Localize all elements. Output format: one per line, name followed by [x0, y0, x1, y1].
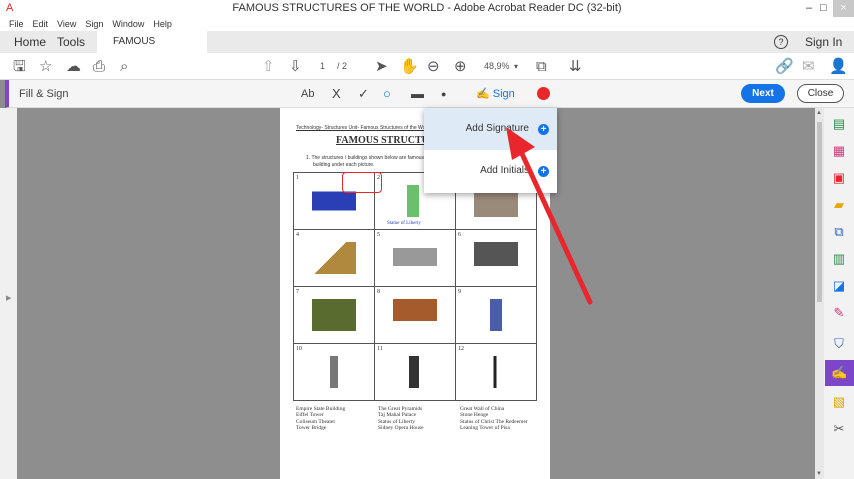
mail-icon[interactable]: ✉	[802, 53, 815, 80]
check-mark-tool[interactable]: ✓	[358, 80, 369, 108]
right-tools-pane: ▤ ▦ ▣ ▰ ⧉ ▥ ◪ ✎ ⛉ ✍ ▧ ✂	[824, 108, 854, 479]
search-icon[interactable]: ⌕	[120, 53, 128, 80]
doc-header: Technology- Structures Unit- Famous Stru…	[296, 125, 438, 131]
menu-window[interactable]: Window	[112, 19, 144, 29]
page-number-input[interactable]: 1	[320, 53, 325, 80]
great-wall-image	[312, 299, 356, 331]
fill-sign-bar: Fill & Sign Ab X ✓ ○ ▬ ● ✍ Sign	[5, 80, 854, 108]
upload-cloud-icon[interactable]: ☁	[66, 53, 81, 80]
combine-files-icon[interactable]: ⧉	[831, 224, 847, 240]
cell: 4	[293, 229, 375, 287]
help-icon[interactable]: ?	[774, 35, 788, 49]
send-for-review-icon[interactable]: ▧	[831, 394, 847, 410]
hand-tool-icon[interactable]: ✋	[400, 53, 419, 80]
answer-list-2: The Great Pyramids Taj Mahal Palace Status…	[378, 406, 424, 431]
create-pdf-icon[interactable]: ▣	[831, 170, 847, 186]
menu-help[interactable]: Help	[153, 19, 172, 29]
cell: 8	[374, 286, 456, 344]
answer-list-1: Empire State Building Eiffel Tower Coliseu…	[296, 406, 346, 431]
scroll-mode-icon[interactable]: ⇊	[569, 53, 582, 80]
expand-panel-icon[interactable]: ▶	[6, 294, 11, 302]
cell: 7	[293, 286, 375, 344]
page-fit-icon[interactable]: ⧉	[536, 53, 547, 80]
select-cursor-icon[interactable]: ➤	[375, 53, 388, 80]
fill-sign-active-icon[interactable]: ✍	[825, 360, 854, 386]
left-panel: ▶	[0, 108, 17, 479]
scan-icon[interactable]: ◪	[831, 278, 847, 294]
minimize-button[interactable]: –	[806, 0, 812, 17]
protect-shield-icon[interactable]: ⛉	[831, 336, 847, 352]
link-icon[interactable]: 🔗	[775, 53, 794, 80]
tab-tools[interactable]: Tools	[57, 31, 85, 53]
cross-mark-tool[interactable]: X	[332, 80, 341, 108]
line-tool[interactable]: ▬	[411, 80, 424, 108]
page-total: / 2	[337, 61, 348, 71]
menu-edit[interactable]: Edit	[33, 19, 49, 29]
chevron-down-icon[interactable]: ▾	[514, 53, 518, 80]
drawn-rectangle-annotation[interactable]	[342, 172, 382, 193]
organize-pages-icon[interactable]: ▦	[831, 143, 847, 159]
title-bar: A FAMOUS STRUCTURES OF THE WORLD - Adobe…	[0, 0, 854, 17]
sign-button[interactable]: ✍ Sign	[476, 80, 515, 108]
close-button[interactable]: Close	[797, 84, 844, 103]
next-button[interactable]: Next	[741, 84, 785, 103]
doc-instruction-2: building under each picture.	[313, 162, 375, 168]
comment-icon[interactable]: ▰	[831, 197, 847, 213]
tab-bar: Home Tools FAMOUS STRUCTU...× ? Sign In	[0, 31, 854, 69]
zoom-out-icon[interactable]: ⊖	[427, 53, 440, 80]
edit-pdf-icon[interactable]: ▥	[831, 251, 847, 267]
export-pdf-icon[interactable]: ▤	[831, 116, 847, 132]
colosseum-image	[393, 299, 437, 321]
menu-sign[interactable]: Sign	[85, 19, 103, 29]
zoom-level-select[interactable]: 48,9%	[484, 53, 510, 80]
cell: 10	[293, 343, 375, 401]
window-title: FAMOUS STRUCTURES OF THE WORLD - Adobe A…	[232, 2, 622, 14]
page-up-icon[interactable]: ⇧	[262, 53, 275, 80]
share-user-icon[interactable]: 👤	[829, 53, 848, 80]
add-text-tool[interactable]: Ab	[301, 80, 314, 108]
menu-view[interactable]: View	[57, 19, 76, 29]
cell: 12	[455, 343, 537, 401]
menu-bar: File Edit View Sign Window Help	[0, 17, 854, 31]
statue-caption: Statue of Liberty	[387, 221, 421, 226]
stonehenge-image	[393, 248, 437, 266]
empire-state-image	[330, 356, 338, 388]
zoom-in-icon[interactable]: ⊕	[454, 53, 467, 80]
maximize-button[interactable]: □	[820, 0, 827, 17]
vertical-scrollbar[interactable]: ▲ ▼	[815, 108, 824, 479]
app-logo-icon: A	[6, 2, 14, 14]
tab-home[interactable]: Home	[14, 31, 46, 53]
sign-in-link[interactable]: Sign In	[805, 31, 842, 53]
save-icon[interactable]: 🖫	[13, 53, 26, 80]
menu-file[interactable]: File	[9, 19, 24, 29]
close-window-button[interactable]: ×	[833, 0, 854, 17]
bookmark-star-icon[interactable]: ☆	[39, 53, 52, 80]
toolbar: 🖫 ☆ ☁ ⎙ ⌕ ⇧ ⇩ 1 / 2 ➤ ✋ ⊖ ⊕ 48,9% ▾ ⧉ ⇊ …	[0, 53, 854, 80]
eiffel-tower-image	[488, 356, 502, 388]
color-picker[interactable]	[537, 87, 550, 100]
pisa-tower-image	[409, 356, 419, 388]
pen-icon: ✍	[476, 88, 490, 100]
doc-instruction: 1. The structures / buildings shown belo…	[306, 155, 433, 161]
sign-label: Sign	[492, 88, 515, 100]
dot-tool[interactable]: ●	[441, 80, 446, 108]
statue-of-liberty-image	[407, 185, 419, 217]
fill-sign-title: Fill & Sign	[19, 88, 69, 100]
print-icon[interactable]: ⎙	[93, 53, 105, 80]
tab-document[interactable]: FAMOUS STRUCTU...×	[97, 31, 207, 69]
pyramids-image	[312, 242, 356, 274]
answer-list-3: Great Wall of China Stone Henge Status of …	[460, 406, 528, 431]
cell: 5	[374, 229, 456, 287]
cell: 11	[374, 343, 456, 401]
fill-sign-pen-icon[interactable]: ✎	[831, 305, 847, 321]
page-down-icon[interactable]: ⇩	[289, 53, 302, 80]
more-tools-icon[interactable]: ✂	[831, 421, 847, 437]
red-arrow-annotation	[506, 127, 593, 305]
circle-tool[interactable]: ○	[383, 80, 391, 108]
